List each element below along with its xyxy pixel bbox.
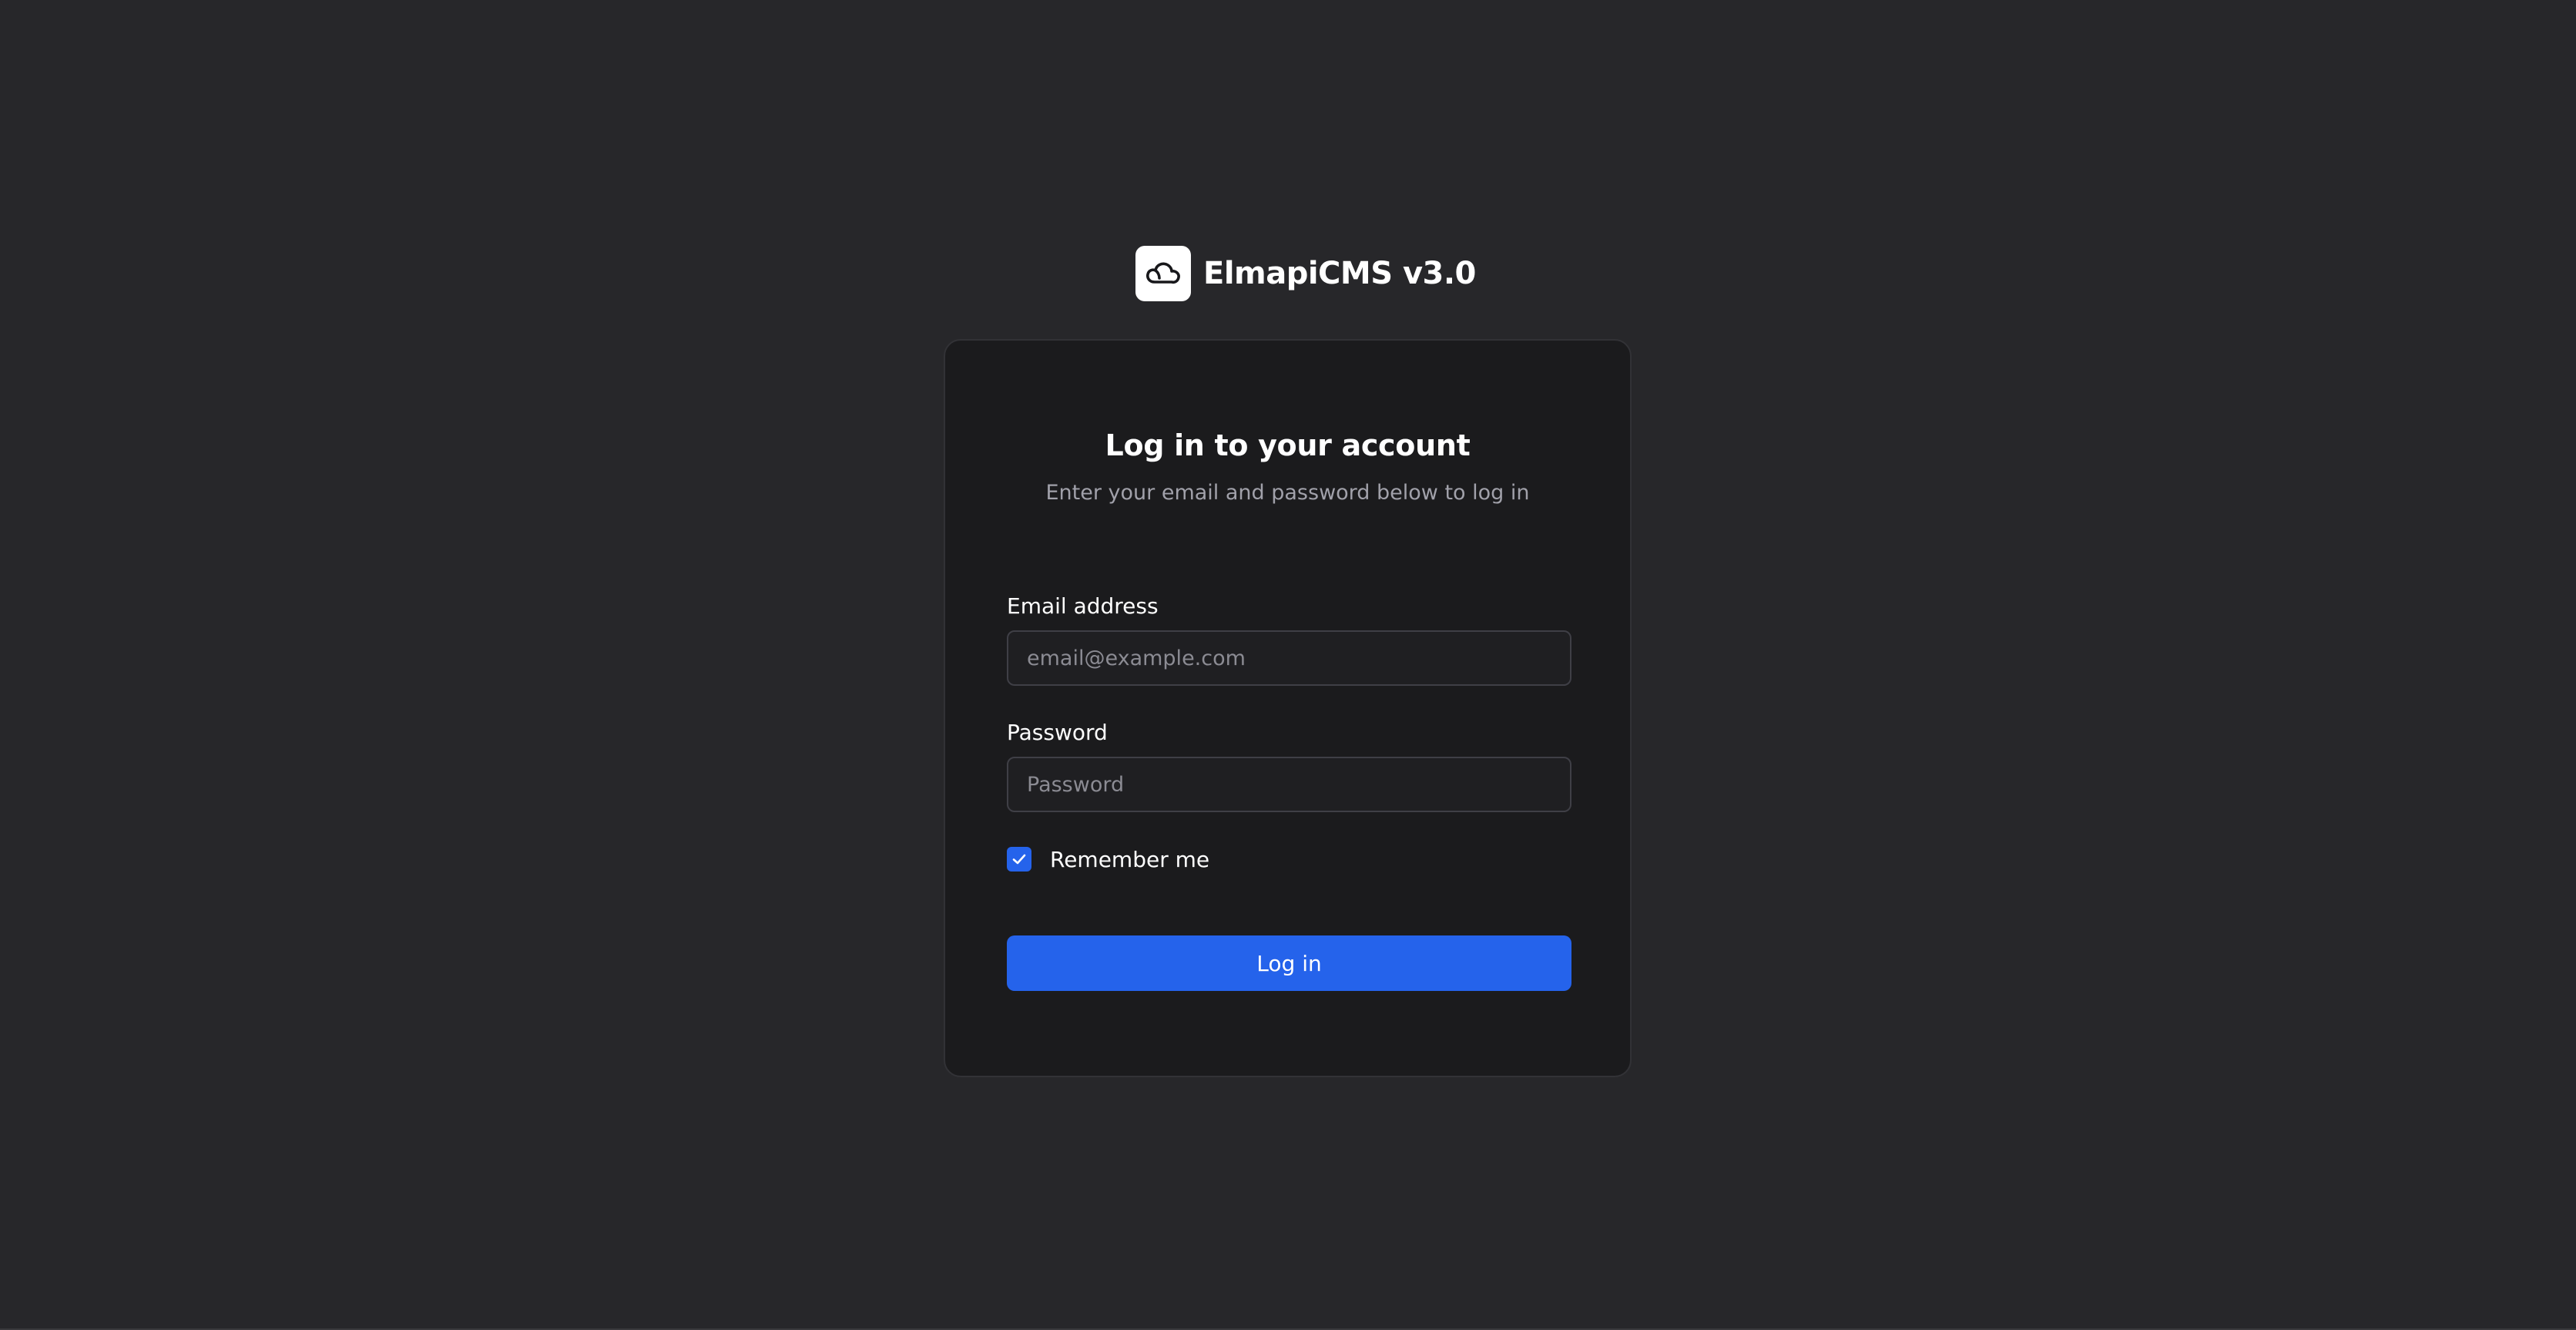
brand-header: ElmapiCMS v3.0 xyxy=(1135,246,1476,301)
brand-logo xyxy=(1135,246,1191,301)
password-field[interactable] xyxy=(1007,757,1571,812)
card-subtitle: Enter your email and password below to l… xyxy=(1045,481,1530,505)
password-label: Password xyxy=(1007,720,1108,745)
card-title: Log in to your account xyxy=(1105,428,1471,462)
brand-name: ElmapiCMS v3.0 xyxy=(1203,256,1476,291)
cloud-icon xyxy=(1146,262,1180,284)
login-card: Log in to your account Enter your email … xyxy=(944,339,1632,1077)
login-page: ElmapiCMS v3.0 Log in to your account En… xyxy=(0,0,2576,1330)
login-button[interactable]: Log in xyxy=(1007,935,1571,991)
email-label: Email address xyxy=(1007,593,1159,619)
remember-me-row[interactable]: Remember me xyxy=(1007,846,1209,872)
remember-me-checkbox[interactable] xyxy=(1007,847,1031,872)
remember-me-label[interactable]: Remember me xyxy=(1050,847,1209,872)
email-field[interactable] xyxy=(1007,630,1571,686)
checkmark-icon xyxy=(1012,854,1026,865)
